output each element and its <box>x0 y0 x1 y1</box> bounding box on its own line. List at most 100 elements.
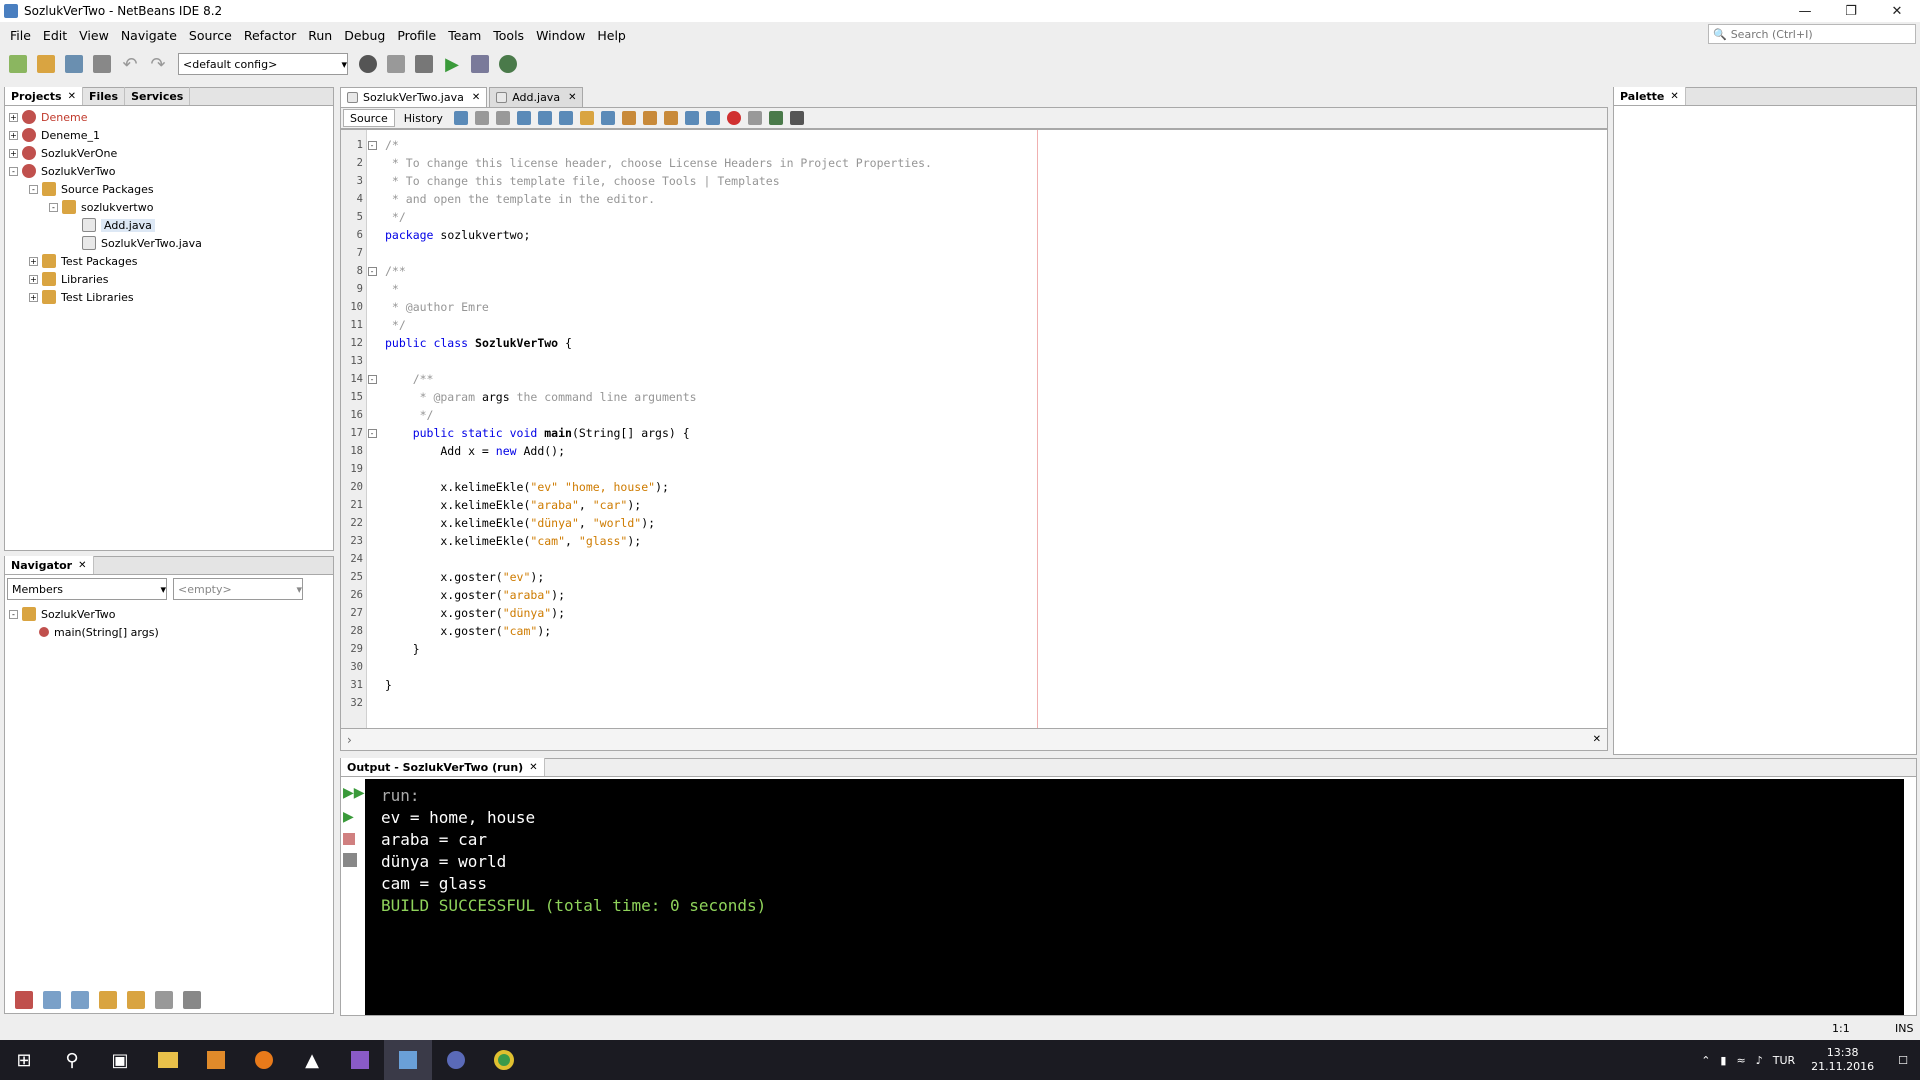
menu-profile[interactable]: Profile <box>391 28 442 43</box>
tab-sozlukvertwo-java[interactable]: SozlukVerTwo.java ✕ <box>340 87 488 107</box>
tree-item[interactable]: + Deneme <box>5 108 333 126</box>
close-icon[interactable]: ✕ <box>529 762 537 773</box>
expand-icon[interactable]: + <box>29 256 38 266</box>
expand-icon[interactable]: + <box>29 274 38 284</box>
rerun-icon[interactable]: ▶▶ <box>343 785 365 801</box>
restore-button[interactable]: ❐ <box>1828 0 1874 22</box>
expand-icon[interactable]: + <box>9 112 18 122</box>
close-icon[interactable]: ✕ <box>472 92 480 103</box>
undo-button[interactable]: ↶ <box>118 52 142 76</box>
sort-alpha-icon[interactable] <box>183 991 201 1009</box>
stop-icon[interactable] <box>343 833 355 845</box>
tree-item[interactable]: + Deneme_1 <box>5 126 333 144</box>
blender-icon[interactable] <box>240 1040 288 1080</box>
close-icon[interactable]: ✕ <box>78 560 86 571</box>
find-next-icon[interactable] <box>558 111 573 125</box>
tab-navigator[interactable]: Navigator ✕ <box>5 556 94 574</box>
shift-right-icon[interactable] <box>705 111 720 125</box>
expand-icon[interactable]: + <box>29 292 38 302</box>
new-project-button[interactable] <box>34 52 58 76</box>
menu-run[interactable]: Run <box>302 28 338 43</box>
clean-build-button[interactable] <box>412 52 436 76</box>
collapse-icon[interactable]: - <box>9 166 18 176</box>
collapse-icon[interactable]: - <box>29 184 38 194</box>
uncomment-icon[interactable] <box>789 111 804 125</box>
comment-icon[interactable] <box>768 111 783 125</box>
collapse-icon[interactable]: - <box>367 140 377 150</box>
fold-marker[interactable]: - <box>363 136 381 154</box>
rerun-options-icon[interactable]: ▶ <box>343 809 365 825</box>
stop-macro-icon[interactable] <box>747 111 762 125</box>
toggle-bookmark-icon[interactable] <box>663 111 678 125</box>
build-button[interactable] <box>384 52 408 76</box>
tree-item[interactable]: - sozlukvertwo <box>5 198 333 216</box>
members-select[interactable]: Members ▾ <box>7 578 167 600</box>
find-icon[interactable] <box>516 111 531 125</box>
tree-item[interactable]: Add.java <box>5 216 333 234</box>
notification-icon[interactable]: ☐ <box>1898 1054 1908 1067</box>
app-icon[interactable] <box>432 1040 480 1080</box>
new-file-button[interactable] <box>6 52 30 76</box>
close-icon[interactable]: ✕ <box>1593 734 1601 745</box>
tab-projects[interactable]: Projects ✕ <box>5 87 83 105</box>
collapse-icon[interactable]: - <box>367 374 377 384</box>
battery-icon[interactable]: ▮ <box>1720 1054 1726 1067</box>
tree-item[interactable]: SozlukVerTwo.java <box>5 234 333 252</box>
menu-window[interactable]: Window <box>530 28 591 43</box>
expand-icon[interactable]: + <box>9 148 18 158</box>
tab-history[interactable]: History <box>398 109 449 127</box>
language-indicator[interactable]: TUR <box>1773 1054 1795 1067</box>
chevron-up-icon[interactable]: ⌃ <box>1701 1054 1710 1067</box>
tab-source[interactable]: Source <box>343 109 395 127</box>
prev-bookmark-icon[interactable] <box>621 111 636 125</box>
filter-select[interactable]: <empty> ▾ <box>173 578 303 600</box>
fold-marker[interactable]: - <box>363 370 381 388</box>
redo-button[interactable]: ↷ <box>146 52 170 76</box>
tree-item[interactable]: + SozlukVerOne <box>5 144 333 162</box>
search-input[interactable]: 🔍 Search (Ctrl+I) <box>1708 24 1916 44</box>
tree-item[interactable]: - SozlukVerTwo <box>5 162 333 180</box>
inherited-icon[interactable] <box>127 991 145 1009</box>
record-macro-icon[interactable] <box>726 111 741 125</box>
tab-palette[interactable]: Palette ✕ <box>1614 87 1686 105</box>
globe-icon[interactable] <box>356 52 380 76</box>
menu-edit[interactable]: Edit <box>37 28 73 43</box>
fold-marker[interactable]: - <box>363 424 381 442</box>
tree-item[interactable]: + Test Packages <box>5 252 333 270</box>
highlight-icon[interactable] <box>579 111 594 125</box>
tab-files[interactable]: Files <box>83 87 126 105</box>
find-prev-icon[interactable] <box>537 111 552 125</box>
open-project-button[interactable] <box>62 52 86 76</box>
start-button[interactable]: ⊞ <box>0 1040 48 1080</box>
media-player-icon[interactable] <box>192 1040 240 1080</box>
settings-icon[interactable] <box>343 853 357 867</box>
unity-icon[interactable]: ▲ <box>288 1040 336 1080</box>
run-button[interactable]: ▶ <box>440 52 464 76</box>
menu-help[interactable]: Help <box>591 28 632 43</box>
menu-refactor[interactable]: Refactor <box>238 28 302 43</box>
navigator-item[interactable]: main(String[] args) <box>5 623 333 641</box>
chrome-icon[interactable] <box>480 1040 528 1080</box>
file-explorer-icon[interactable] <box>144 1040 192 1080</box>
back-icon[interactable] <box>474 111 489 125</box>
close-icon[interactable]: ✕ <box>568 92 576 103</box>
collapse-icon[interactable]: - <box>49 202 58 212</box>
close-icon[interactable]: ✕ <box>68 91 76 102</box>
tab-output[interactable]: Output - SozlukVerTwo (run) ✕ <box>341 758 545 776</box>
static-icon[interactable] <box>71 991 89 1009</box>
menu-team[interactable]: Team <box>442 28 487 43</box>
menu-view[interactable]: View <box>73 28 115 43</box>
forward-icon[interactable] <box>495 111 510 125</box>
tab-services[interactable]: Services <box>125 87 191 105</box>
expand-icon[interactable]: › <box>347 733 352 747</box>
save-all-button[interactable] <box>90 52 114 76</box>
close-icon[interactable]: ✕ <box>1670 91 1678 102</box>
tree-item[interactable]: + Test Libraries <box>5 288 333 306</box>
collapse-icon[interactable]: - <box>367 266 377 276</box>
tree-item[interactable]: + Libraries <box>5 270 333 288</box>
fields-icon[interactable] <box>43 991 61 1009</box>
profile-button[interactable] <box>496 52 520 76</box>
wifi-icon[interactable]: ≈ <box>1736 1054 1745 1067</box>
filter-icon[interactable] <box>15 991 33 1009</box>
debug-button[interactable] <box>468 52 492 76</box>
